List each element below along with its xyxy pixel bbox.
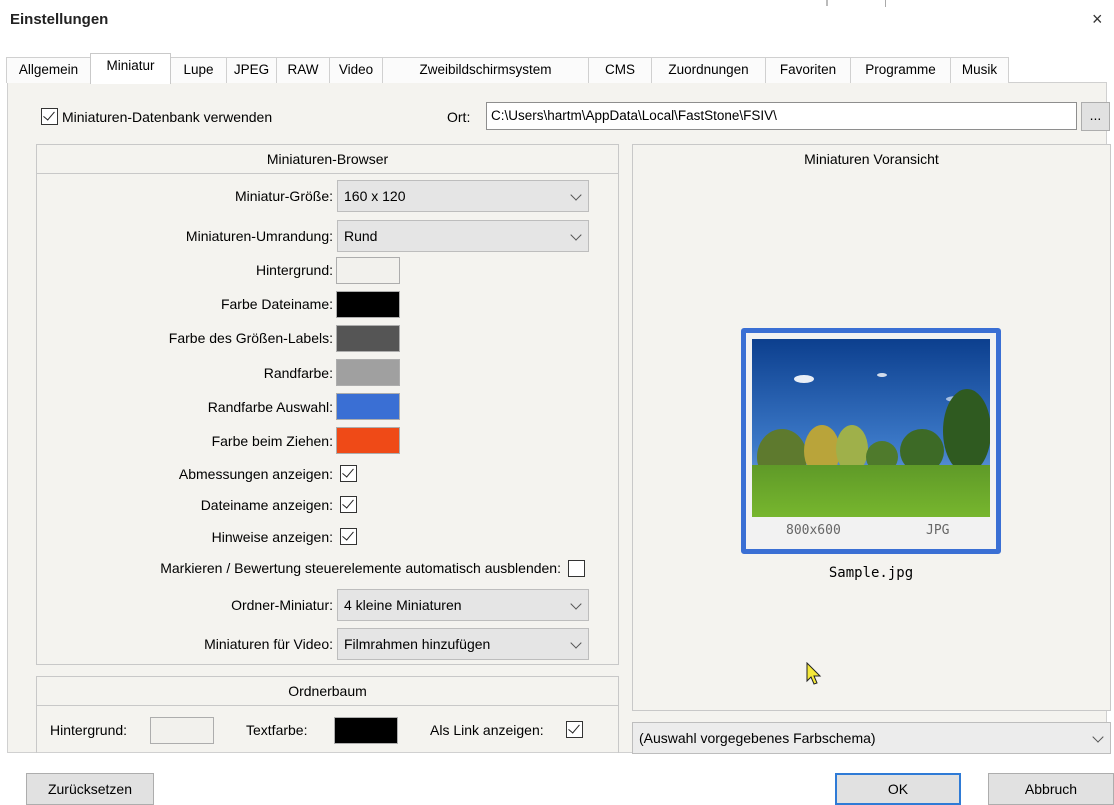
background-color-label: Hintergrund: — [255, 262, 333, 278]
sample-thumbnail-image — [752, 339, 990, 517]
folder-thumb-label: Ordner-Miniatur: — [231, 597, 333, 613]
database-checkbox-label: Miniaturen-Datenbank verwenden — [62, 109, 273, 125]
tab-favoriten[interactable]: Favoriten — [765, 57, 851, 83]
folder-tree-text-color-swatch[interactable] — [334, 717, 398, 744]
border-color-label: Randfarbe: — [263, 365, 333, 381]
show-dimensions-label: Abmessungen anzeigen: — [178, 466, 333, 482]
tab-zuordnungen[interactable]: Zuordnungen — [651, 57, 766, 83]
tab-musik[interactable]: Musik — [950, 57, 1009, 83]
mouse-cursor-icon — [805, 661, 823, 689]
chevron-down-icon — [1092, 731, 1104, 743]
color-scheme-dropdown[interactable]: (Auswahl vorgegebenes Farbschema) — [632, 722, 1111, 754]
show-filename-label: Dateiname anzeigen: — [200, 497, 333, 513]
thumb-border-label: Miniaturen-Umrandung: — [185, 228, 333, 244]
selection-border-color-label: Randfarbe Auswahl: — [207, 399, 333, 415]
show-dimensions-checkbox[interactable] — [340, 465, 357, 482]
tab-cms[interactable]: CMS — [588, 57, 652, 83]
video-thumb-value: Filmrahmen hinzufügen — [344, 636, 491, 652]
size-label-color-label: Farbe des Größen-Labels: — [168, 330, 333, 346]
video-thumb-dropdown[interactable]: Filmrahmen hinzufügen — [337, 628, 589, 660]
thumb-border-value: Rund — [344, 228, 378, 244]
background-window-edge — [826, 0, 828, 6]
cancel-button[interactable]: Abbruch — [988, 773, 1114, 805]
folder-thumb-value: 4 kleine Miniaturen — [344, 597, 462, 613]
thumb-size-value: 160 x 120 — [344, 188, 406, 204]
tab-programme[interactable]: Programme — [850, 57, 951, 83]
browse-button[interactable]: ... — [1081, 102, 1110, 131]
folder-tree-text-color-label: Textfarbe: — [246, 722, 308, 738]
chevron-down-icon — [570, 229, 582, 241]
thumb-size-label: Miniatur-Größe: — [234, 188, 333, 204]
reset-button[interactable]: Zurücksetzen — [26, 773, 154, 805]
location-label: Ort: — [447, 109, 471, 125]
size-label-color-swatch[interactable] — [336, 325, 400, 352]
color-scheme-value: (Auswahl vorgegebenes Farbschema) — [639, 730, 876, 746]
drag-color-swatch[interactable] — [336, 427, 400, 454]
chevron-down-icon — [570, 598, 582, 610]
folder-tree-group-header: Ordnerbaum — [36, 676, 619, 706]
folder-tree-background-swatch[interactable] — [150, 717, 214, 744]
drag-color-label: Farbe beim Ziehen: — [211, 433, 333, 449]
tab-raw[interactable]: RAW — [276, 57, 330, 83]
video-thumb-label: Miniaturen für Video: — [204, 636, 333, 652]
thumbnail-format: JPG — [926, 523, 950, 538]
show-as-link-label: Als Link anzeigen: — [430, 722, 544, 738]
tab-zweibildschirmsystem[interactable]: Zweibildschirmsystem — [382, 57, 589, 83]
window-title: Einstellungen — [10, 11, 109, 28]
chevron-down-icon — [570, 637, 582, 649]
show-filename-checkbox[interactable] — [340, 496, 357, 513]
thumbnail-preview: 800x600 JPG — [741, 328, 1001, 554]
background-color-swatch[interactable] — [336, 257, 400, 284]
thumb-size-dropdown[interactable]: 160 x 120 — [337, 180, 589, 212]
preview-group-header: Miniaturen Voransicht — [632, 144, 1111, 174]
tab-miniatur[interactable]: Miniatur — [90, 53, 171, 84]
selection-border-color-swatch[interactable] — [336, 393, 400, 420]
tab-jpeg[interactable]: JPEG — [226, 57, 277, 83]
show-as-link-checkbox[interactable] — [566, 721, 583, 738]
show-hints-checkbox[interactable] — [340, 528, 357, 545]
background-window-edge — [842, 0, 886, 7]
filename-color-label: Farbe Dateiname: — [220, 296, 333, 312]
ok-button[interactable]: OK — [835, 773, 961, 805]
browser-group-header: Miniaturen-Browser — [36, 144, 619, 174]
tab-allgemein[interactable]: Allgemein — [6, 57, 91, 83]
show-hints-label: Hinweise anzeigen: — [211, 529, 333, 545]
autohide-controls-checkbox[interactable] — [568, 560, 585, 577]
border-color-swatch[interactable] — [336, 359, 400, 386]
chevron-down-icon — [570, 189, 582, 201]
tab-strip: Allgemein Miniatur Lupe JPEG RAW Video Z… — [6, 53, 1106, 84]
filename-color-swatch[interactable] — [336, 291, 400, 318]
thumbnail-dimensions: 800x600 — [786, 523, 841, 538]
thumb-border-dropdown[interactable]: Rund — [337, 220, 589, 252]
tab-lupe[interactable]: Lupe — [170, 57, 227, 83]
database-checkbox[interactable] — [41, 108, 58, 125]
location-input[interactable]: C:\Users\hartm\AppData\Local\FastStone\F… — [486, 102, 1077, 130]
folder-thumb-dropdown[interactable]: 4 kleine Miniaturen — [337, 589, 589, 621]
autohide-controls-label: Markieren / Bewertung steuerelemente aut… — [160, 560, 561, 576]
thumbnail-filename: Sample.jpg — [828, 565, 914, 581]
close-icon[interactable]: × — [1092, 9, 1103, 30]
folder-tree-background-label: Hintergrund: — [50, 722, 128, 738]
tab-video[interactable]: Video — [329, 57, 383, 83]
